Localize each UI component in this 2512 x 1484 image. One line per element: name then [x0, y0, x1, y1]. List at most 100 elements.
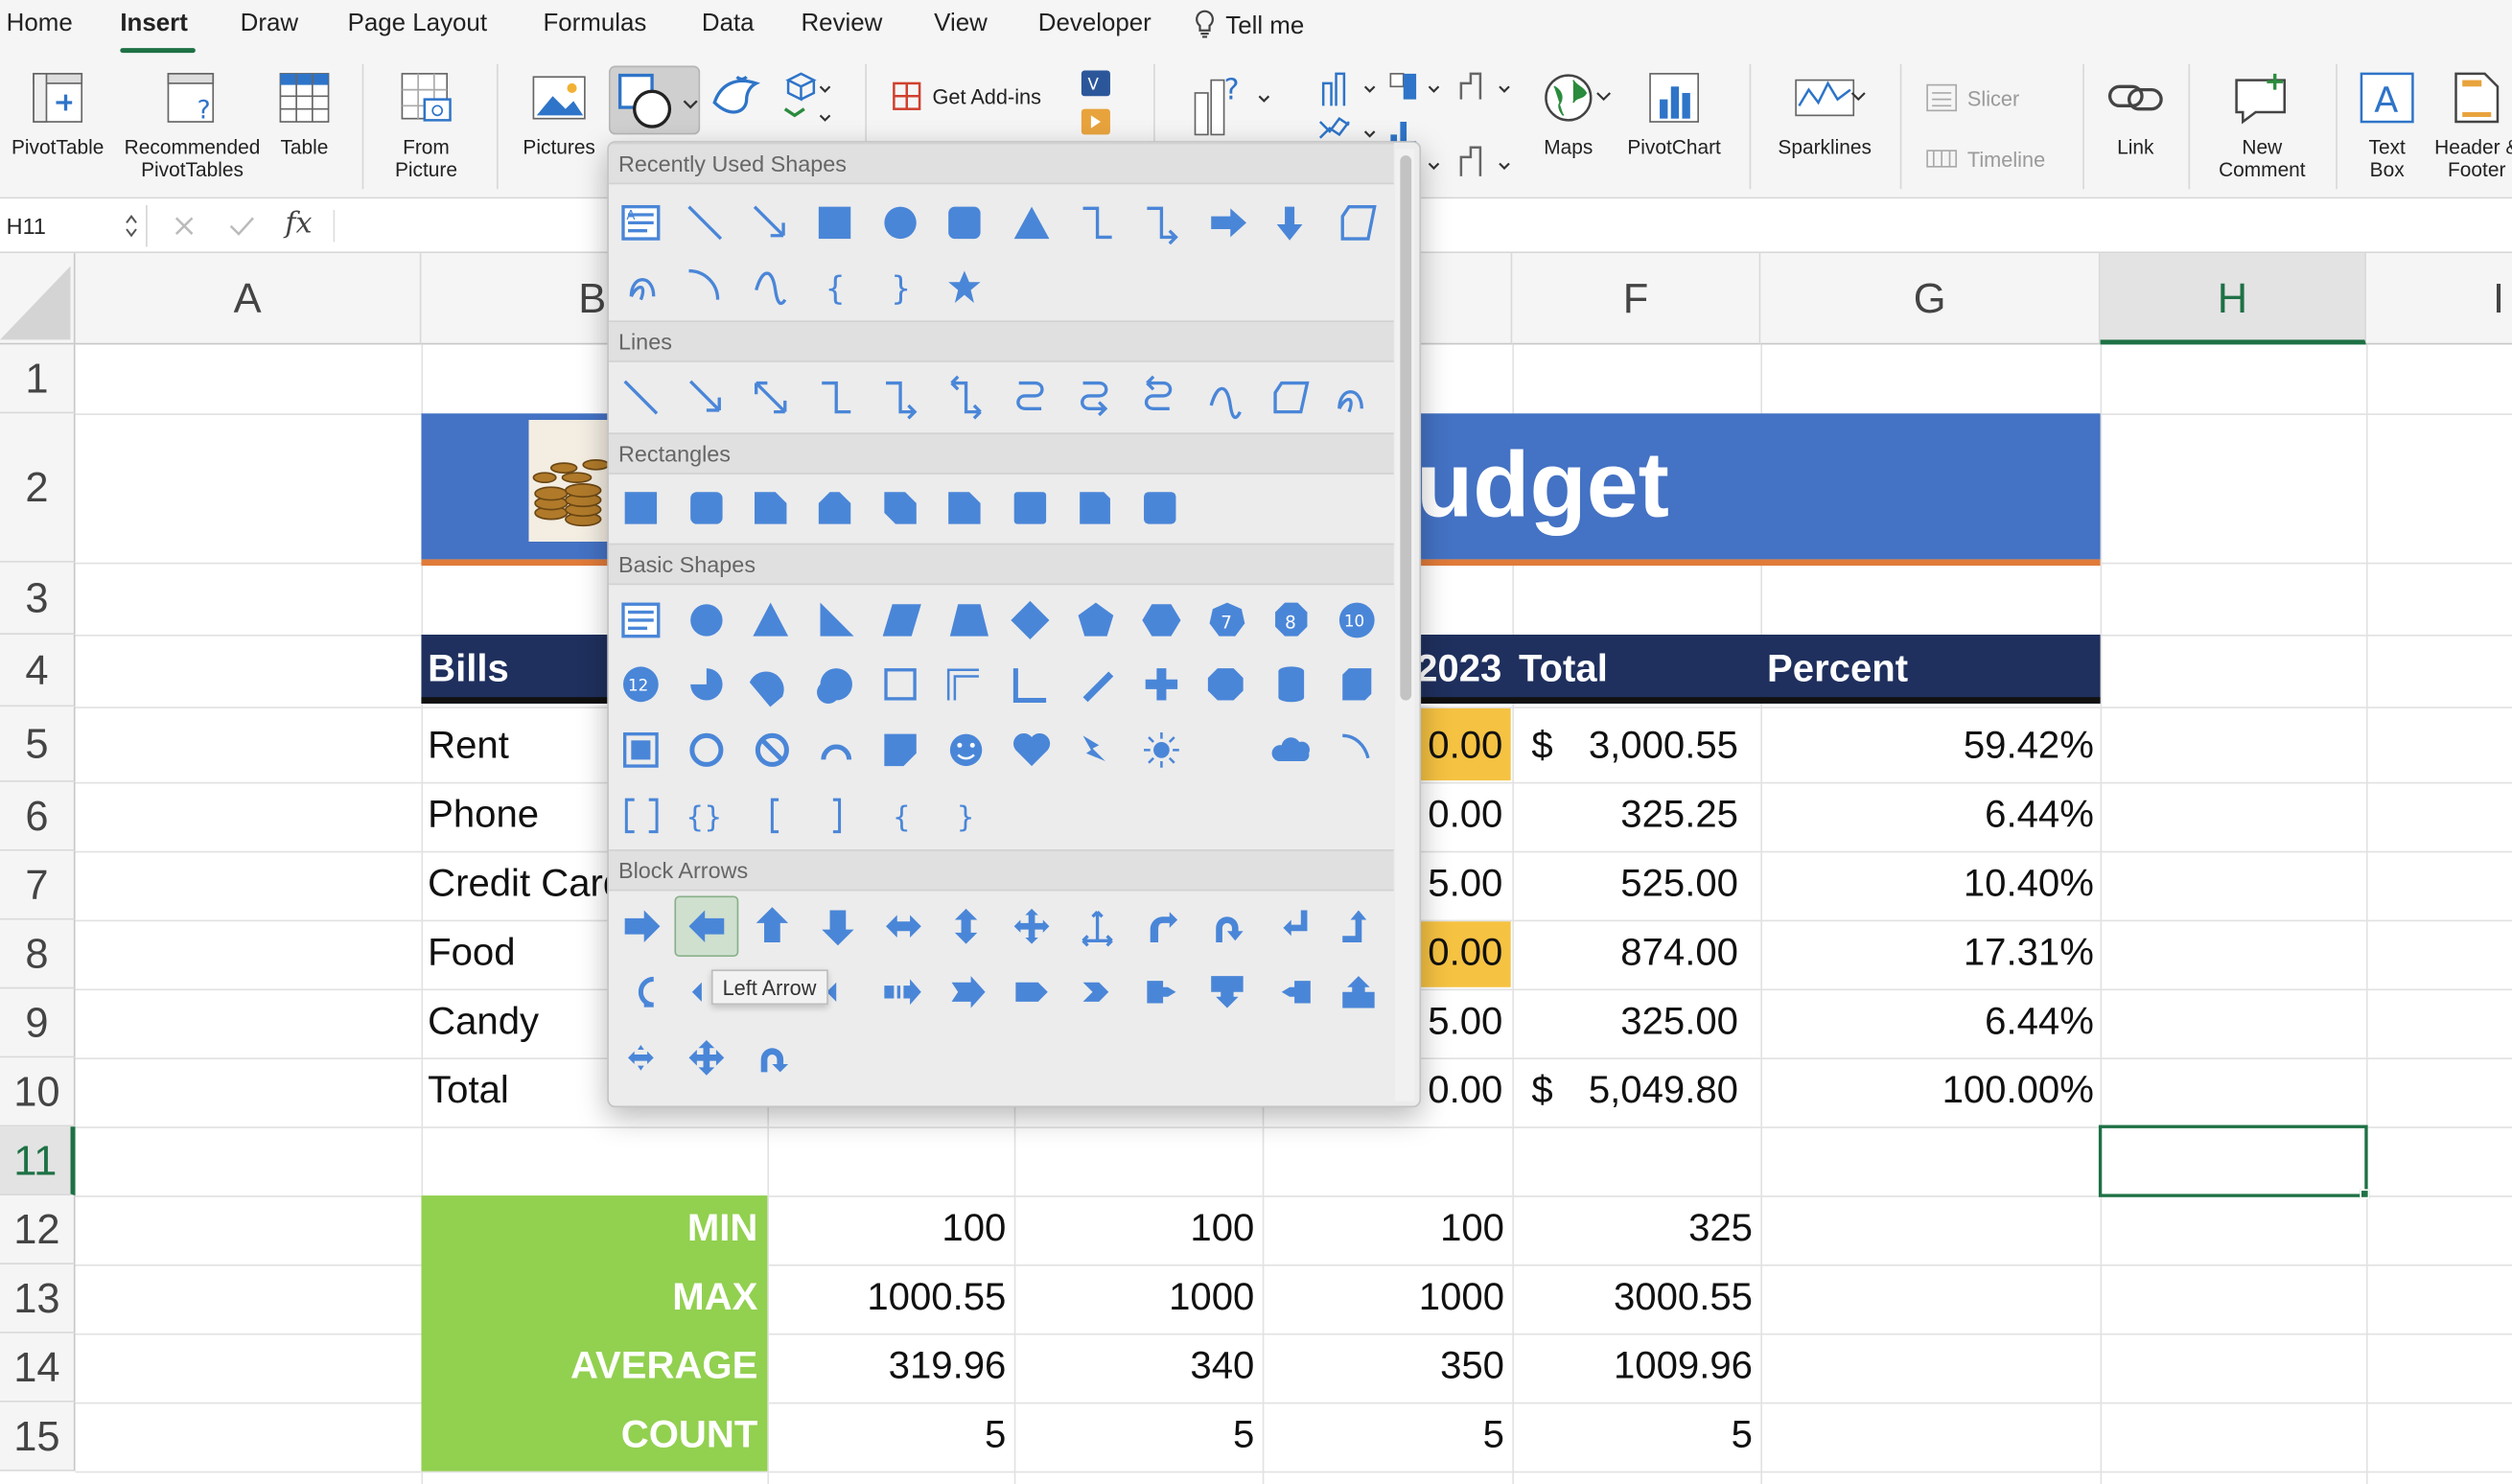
shape-teardrop[interactable]	[817, 668, 852, 704]
shape-elbow-arrow[interactable]	[886, 381, 918, 420]
row-header-3[interactable]: 3	[0, 562, 76, 635]
row-header-5[interactable]: 5	[0, 707, 76, 782]
shape-plaque[interactable]	[1207, 668, 1244, 701]
shape-bent-up-arrow[interactable]	[1342, 910, 1367, 942]
shape-right-callout[interactable]	[1147, 981, 1176, 1004]
shape-notched-right-arrow[interactable]	[951, 976, 986, 1009]
shape-left-brace[interactable]: {	[893, 801, 911, 835]
shape-left-right-up-arrow[interactable]	[1082, 911, 1113, 947]
row-header-1[interactable]: 1	[0, 344, 76, 414]
shape-freeform[interactable]	[1273, 381, 1310, 414]
shape-right-brace[interactable]: }	[891, 270, 911, 308]
3d-models-icon[interactable]	[781, 67, 836, 131]
shape-snip-round[interactable]	[948, 492, 981, 524]
shape-curved-connector[interactable]	[1016, 381, 1044, 410]
shape-decagon[interactable]: 10	[1338, 602, 1375, 638]
shape-elbow-connector[interactable]	[1082, 206, 1112, 240]
shape-smiley-face[interactable]	[949, 733, 983, 767]
shape-quad-callout[interactable]	[688, 1039, 725, 1076]
enter-icon[interactable]	[227, 215, 256, 237]
shape-left-callout[interactable]	[1281, 981, 1311, 1004]
shape-pentagon-arrow[interactable]	[1015, 982, 1048, 1002]
row-header-11[interactable]: 11	[0, 1126, 76, 1196]
shape-block-right-arrow[interactable]	[624, 910, 661, 942]
pictures-button[interactable]: Pictures	[513, 71, 606, 158]
shape-hexagon[interactable]	[1142, 604, 1181, 637]
shape-freeform[interactable]	[1340, 204, 1377, 241]
shape-chevron[interactable]	[1082, 982, 1109, 1002]
row-header-12[interactable]: 12	[0, 1195, 76, 1264]
table-button[interactable]: Table	[272, 71, 337, 158]
tab-page-layout[interactable]: Page Layout	[348, 10, 487, 38]
shape-left-brace[interactable]: {	[826, 270, 846, 308]
shape-curved-up-arrow[interactable]	[826, 982, 837, 1002]
shape-elbow-arrow[interactable]	[1147, 206, 1178, 245]
shape-up-callout[interactable]	[1342, 976, 1375, 1009]
shape-diamond[interactable]	[1011, 600, 1050, 640]
shape-double-bracket[interactable]	[624, 798, 659, 834]
row-header-9[interactable]: 9	[0, 988, 76, 1058]
shape-curved-right-arrow[interactable]	[638, 976, 654, 1008]
sparklines-button[interactable]: Sparklines	[1769, 71, 1881, 158]
shape-half-frame[interactable]	[946, 668, 979, 701]
shape-round-diagonal[interactable]	[1144, 492, 1176, 524]
shape-right-arrow[interactable]	[1211, 208, 1246, 238]
icons-icon[interactable]	[705, 67, 769, 131]
name-box[interactable]: H11	[0, 204, 148, 247]
tab-data[interactable]: Data	[702, 10, 755, 38]
shape-round-same-side[interactable]	[1080, 492, 1110, 524]
shape-dodecagon[interactable]: 12	[622, 666, 659, 703]
new-comment-button[interactable]: New Comment	[2208, 71, 2317, 181]
visio-icon[interactable]: V	[1079, 67, 1114, 141]
shape-circular-arrow[interactable]	[760, 1048, 789, 1073]
shape-u-turn-arrow[interactable]	[1216, 916, 1244, 942]
from-picture-button[interactable]: From Picture	[378, 71, 474, 181]
chevron-down-icon[interactable]	[1850, 90, 1867, 103]
tab-insert[interactable]: Insert	[120, 10, 188, 38]
coins-image[interactable]	[528, 419, 613, 543]
row-header-8[interactable]: 8	[0, 919, 76, 989]
shape-block-arc[interactable]	[821, 744, 852, 760]
selected-cell-h11[interactable]	[2098, 1125, 2368, 1197]
pivot-table-button[interactable]: PivotTable	[7, 71, 109, 158]
shape-curve[interactable]	[1209, 386, 1242, 420]
shape-isosceles-triangle[interactable]	[753, 602, 789, 637]
shape-heptagon[interactable]: 7	[1209, 602, 1245, 637]
column-header-f[interactable]: F	[1512, 253, 1761, 345]
pivot-chart-button[interactable]: PivotChart	[1621, 71, 1727, 158]
scrollbar-thumb[interactable]	[1400, 155, 1412, 701]
shape-up-down-arrow[interactable]	[954, 908, 978, 944]
shape-frame[interactable]	[884, 668, 917, 701]
shape-right-triangle[interactable]	[820, 602, 854, 637]
shape-can[interactable]	[1278, 666, 1305, 703]
row-header-13[interactable]: 13	[0, 1264, 76, 1333]
shape-quad-arrow[interactable]	[1013, 908, 1050, 944]
shape-octagon[interactable]: 8	[1275, 602, 1308, 637]
shape-block-up-arrow[interactable]	[756, 907, 789, 942]
chevron-down-icon[interactable]	[1595, 90, 1612, 103]
tab-draw[interactable]: Draw	[241, 10, 298, 38]
shape-left-right-arrow[interactable]	[886, 915, 921, 938]
cancel-icon[interactable]	[173, 215, 195, 237]
shape-triangle[interactable]	[1013, 206, 1050, 240]
shape-heart[interactable]	[1013, 732, 1051, 767]
row-header-7[interactable]: 7	[0, 850, 76, 920]
shape-scribble[interactable]	[629, 278, 656, 301]
shape-curved-arrow-connector[interactable]	[1081, 381, 1108, 417]
select-all-corner[interactable]	[0, 253, 76, 345]
shape-block-down-arrow[interactable]	[822, 910, 854, 946]
shape-left-right-callout[interactable]	[628, 1044, 654, 1071]
maps-button[interactable]: Maps	[1531, 71, 1605, 158]
shape-text-box[interactable]	[621, 602, 661, 638]
shape-sun[interactable]	[1144, 731, 1179, 768]
shape-diagonal-stripe[interactable]	[1082, 671, 1114, 703]
fill-handle[interactable]	[2360, 1189, 2370, 1199]
shape-arc-2[interactable]	[1342, 733, 1370, 759]
shape-elbow-double-arrow[interactable]	[950, 375, 982, 420]
row-header-15[interactable]: 15	[0, 1402, 76, 1472]
shape-double-arrow-line[interactable]	[755, 381, 787, 414]
row-header-6[interactable]: 6	[0, 781, 76, 851]
shape-trapezoid[interactable]	[949, 604, 989, 637]
shape-bent-arrow[interactable]	[1150, 912, 1178, 942]
shape-line[interactable]	[623, 380, 659, 415]
